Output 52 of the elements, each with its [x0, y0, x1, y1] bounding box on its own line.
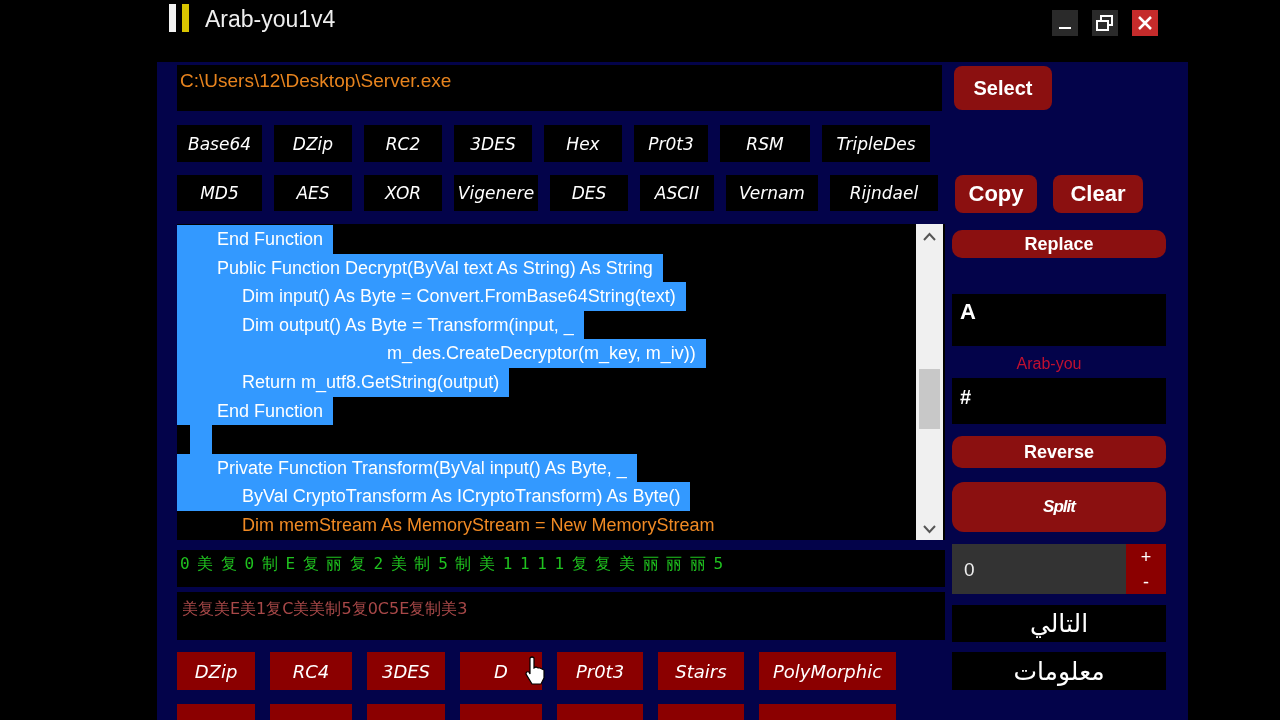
algorithm-button[interactable]: 3DES: [454, 125, 532, 162]
scrollbar-thumb[interactable]: [919, 369, 940, 429]
algorithm-button[interactable]: XOR: [364, 175, 442, 211]
scroll-down-icon[interactable]: [922, 524, 937, 534]
scroll-up-icon[interactable]: [922, 232, 937, 242]
clear-button[interactable]: Clear: [1053, 175, 1143, 213]
code-line: Dim memStream As MemoryStream = New MemoryStream: [241, 513, 716, 537]
hand-cursor-icon: [524, 656, 546, 686]
algorithm-button[interactable]: RSM: [720, 125, 810, 162]
reverse-button[interactable]: Reverse: [952, 436, 1166, 468]
output-field[interactable]: 美复美E美1复C美美制5复0C5E复制美3: [177, 592, 945, 640]
algorithm-button[interactable]: Base64: [177, 125, 262, 162]
method-button[interactable]: RC4: [270, 652, 352, 690]
app-logo-icon: [169, 4, 191, 32]
replace-field[interactable]: #: [952, 378, 1166, 424]
increment-button[interactable]: +: [1126, 544, 1166, 569]
caption-label: Arab-you: [1015, 355, 1083, 374]
algorithm-button[interactable]: ASCII: [640, 175, 714, 211]
info-button[interactable]: معلومات: [952, 652, 1166, 690]
copy-button[interactable]: Copy: [955, 175, 1037, 213]
minimize-icon[interactable]: [1052, 10, 1078, 36]
window-title: Arab-you1v4: [205, 6, 336, 33]
algorithm-button[interactable]: Vernam: [726, 175, 818, 211]
algorithm-button[interactable]: Rijndael: [830, 175, 938, 211]
algorithm-button[interactable]: RC2: [364, 125, 442, 162]
next-button[interactable]: التالي: [952, 605, 1166, 642]
method-button[interactable]: 3DES: [367, 652, 445, 690]
algorithm-button[interactable]: DZip: [274, 125, 352, 162]
split-button[interactable]: Split: [952, 482, 1166, 532]
select-button[interactable]: Select: [954, 66, 1052, 110]
spinner-control[interactable]: + -: [1126, 544, 1166, 594]
algorithm-button[interactable]: Vigenere: [454, 175, 538, 211]
method-button[interactable]: D: [460, 652, 542, 690]
counter-field[interactable]: 0: [952, 544, 1126, 594]
algorithm-button[interactable]: DES: [550, 175, 628, 211]
method-button[interactable]: Stairs: [658, 652, 744, 690]
method-button[interactable]: Pr0t3: [557, 652, 643, 690]
find-field[interactable]: A: [952, 294, 1166, 346]
decrement-button[interactable]: -: [1126, 569, 1166, 594]
algorithm-button[interactable]: MD5: [177, 175, 262, 211]
algorithm-button[interactable]: Hex: [544, 125, 622, 162]
scrollbar[interactable]: [916, 224, 943, 540]
replace-button[interactable]: Replace: [952, 230, 1166, 258]
algorithm-button[interactable]: AES: [274, 175, 352, 211]
method-button[interactable]: DZip: [177, 652, 255, 690]
symbol-strip: 0 美 复 0 制 E 复 丽 复 2 美 制 5 制 美 1 1 1 1 复 复 美 丽 丽 丽 5: [177, 550, 945, 587]
algorithm-button[interactable]: TripleDes: [822, 125, 930, 162]
algorithm-button[interactable]: Pr0t3: [634, 125, 708, 162]
close-icon[interactable]: [1132, 10, 1158, 36]
file-path-field[interactable]: C:\Users\12\Desktop\Server.exe: [177, 65, 942, 111]
restore-icon[interactable]: [1092, 10, 1118, 36]
method-button[interactable]: PolyMorphic: [759, 652, 896, 690]
